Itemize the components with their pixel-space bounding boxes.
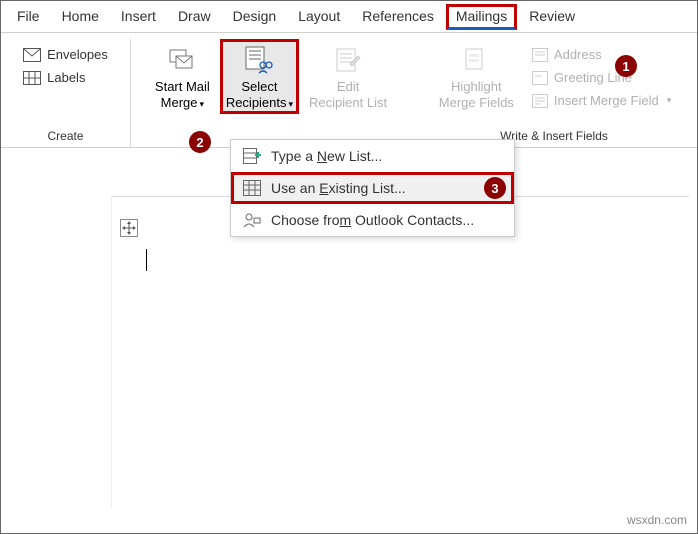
highlight-icon — [463, 46, 489, 74]
move-arrows-icon — [122, 221, 136, 235]
group-write-insert: Highlight Merge Fields Address Greeting … — [411, 39, 697, 147]
group-write-label: Write & Insert Fields — [500, 129, 608, 145]
ribbon: Envelopes Labels Create Start Mail Merge… — [1, 33, 697, 148]
envelope-icon — [23, 48, 41, 62]
labels-label: Labels — [47, 70, 85, 85]
use-existing-label: Use an Existing List... — [271, 180, 406, 196]
insert-merge-field-label: Insert Merge Field — [554, 93, 659, 108]
choose-outlook-label: Choose from Outlook Contacts... — [271, 212, 474, 228]
chevron-down-icon: ▾ — [200, 99, 205, 109]
address-block-label: Address — [554, 47, 602, 62]
insert-merge-field-icon — [532, 94, 548, 108]
tab-layout[interactable]: Layout — [288, 4, 350, 30]
outlook-contacts-icon — [243, 212, 261, 228]
sr-l1: Select — [241, 79, 277, 95]
type-new-icon — [243, 148, 261, 164]
group-create: Envelopes Labels Create — [1, 39, 131, 147]
menu-tabs: File Home Insert Draw Design Layout Refe… — [1, 1, 697, 33]
start-mail-merge-icon — [168, 46, 196, 74]
tab-home[interactable]: Home — [52, 4, 109, 30]
smm-l2: Merge▾ — [161, 95, 204, 111]
tab-review[interactable]: Review — [519, 4, 585, 30]
table-move-handle[interactable] — [120, 219, 138, 237]
envelopes-label: Envelopes — [47, 47, 108, 62]
text-cursor — [146, 249, 147, 271]
watermark: wsxdn.com — [627, 513, 687, 527]
labels-icon — [23, 71, 41, 85]
badge-3: 3 — [484, 177, 506, 199]
group-start-mail-merge: Start Mail Merge▾ Select Recipients▾ Edi… — [131, 39, 411, 147]
greeting-line-icon — [532, 71, 548, 85]
hmf-l1: Highlight — [451, 79, 502, 95]
type-new-label: Type a New List... — [271, 148, 382, 164]
choose-outlook-item[interactable]: Choose from Outlook Contacts... — [231, 204, 514, 236]
badge-1: 1 — [615, 55, 637, 77]
erl-l1: Edit — [337, 79, 359, 95]
select-recipients-dropdown: Type a New List... Use an Existing List.… — [230, 139, 515, 237]
erl-l2: Recipient List — [309, 95, 387, 111]
sr-l2: Recipients▾ — [226, 95, 293, 111]
type-new-list-item[interactable]: Type a New List... — [231, 140, 514, 172]
smm-l1: Start Mail — [155, 79, 210, 95]
labels-button[interactable]: Labels — [19, 68, 112, 87]
envelopes-button[interactable]: Envelopes — [19, 45, 112, 64]
chevron-down-icon: ▾ — [289, 99, 294, 109]
group-create-label: Create — [47, 129, 83, 145]
tab-insert[interactable]: Insert — [111, 4, 166, 30]
badge-2: 2 — [189, 131, 211, 153]
greeting-line-button: Greeting Line — [528, 68, 675, 87]
hmf-l2: Merge Fields — [439, 95, 514, 111]
address-block-button: Address — [528, 45, 675, 64]
highlight-merge-fields-button: Highlight Merge Fields — [433, 39, 520, 114]
tab-design[interactable]: Design — [223, 4, 287, 30]
document-canvas[interactable] — [111, 196, 689, 508]
use-existing-list-item[interactable]: Use an Existing List... 3 — [231, 172, 514, 204]
tab-draw[interactable]: Draw — [168, 4, 221, 30]
chevron-down-icon: ▾ — [667, 95, 672, 106]
tab-references[interactable]: References — [352, 4, 444, 30]
edit-list-icon — [334, 46, 362, 74]
edit-recipient-list-button: Edit Recipient List — [303, 39, 393, 114]
tab-mailings[interactable]: Mailings — [446, 4, 517, 30]
insert-merge-field-button: Insert Merge Field ▾ — [528, 91, 675, 110]
select-recipients-icon — [244, 45, 274, 75]
address-block-icon — [532, 48, 548, 62]
start-mail-merge-button[interactable]: Start Mail Merge▾ — [149, 39, 216, 114]
tab-file[interactable]: File — [7, 4, 50, 30]
select-recipients-button[interactable]: Select Recipients▾ — [220, 39, 299, 114]
use-existing-icon — [243, 180, 261, 196]
